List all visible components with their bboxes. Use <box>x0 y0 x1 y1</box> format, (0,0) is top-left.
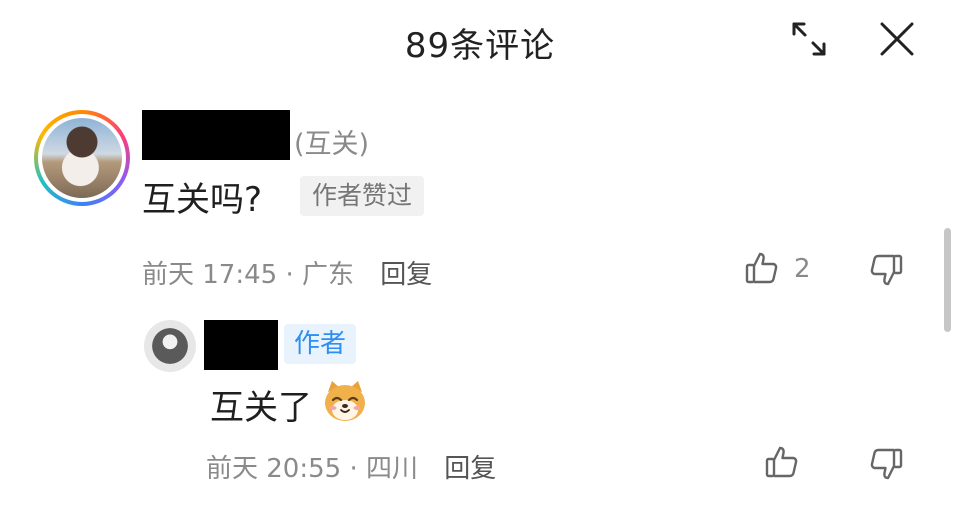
meta-separator: · <box>349 454 358 484</box>
reply-location: 四川 <box>366 454 419 484</box>
avatar[interactable] <box>34 110 130 206</box>
reply-text: 互关了 <box>210 388 312 428</box>
comments-header: 89条评论 <box>0 0 960 80</box>
reply-time: 前天 20:55 <box>206 454 342 484</box>
expand-icon[interactable] <box>788 18 830 60</box>
comment-time: 前天 17:45 <box>142 260 278 290</box>
close-icon[interactable] <box>876 18 918 60</box>
redacted-reply-username <box>204 320 278 370</box>
redacted-username <box>142 110 290 160</box>
reply-button[interactable]: 回复 <box>380 260 432 290</box>
author-liked-badge: 作者赞过 <box>300 176 425 216</box>
thumb-down-icon[interactable] <box>868 252 904 288</box>
scrollbar-thumb[interactable] <box>944 228 951 332</box>
relation-label: (互关) <box>294 129 370 160</box>
comment-meta: 前天 17:45 · 广东 回复 <box>142 254 432 291</box>
like-count: 2 <box>794 254 811 284</box>
comment-text: 互关吗? <box>142 180 263 220</box>
thumb-up-icon[interactable] <box>744 250 780 286</box>
author-badge: 作者 <box>284 324 357 364</box>
thumb-up-icon[interactable] <box>764 444 800 480</box>
reply-reply-button[interactable]: 回复 <box>444 454 496 484</box>
comment-location: 广东 <box>302 260 355 290</box>
meta-separator: · <box>285 260 294 290</box>
reply-avatar[interactable] <box>144 320 196 372</box>
shiba-dog-emoji-icon <box>325 381 365 421</box>
reply-meta: 前天 20:55 · 四川 回复 <box>206 448 496 485</box>
thumb-down-icon[interactable] <box>868 446 904 482</box>
